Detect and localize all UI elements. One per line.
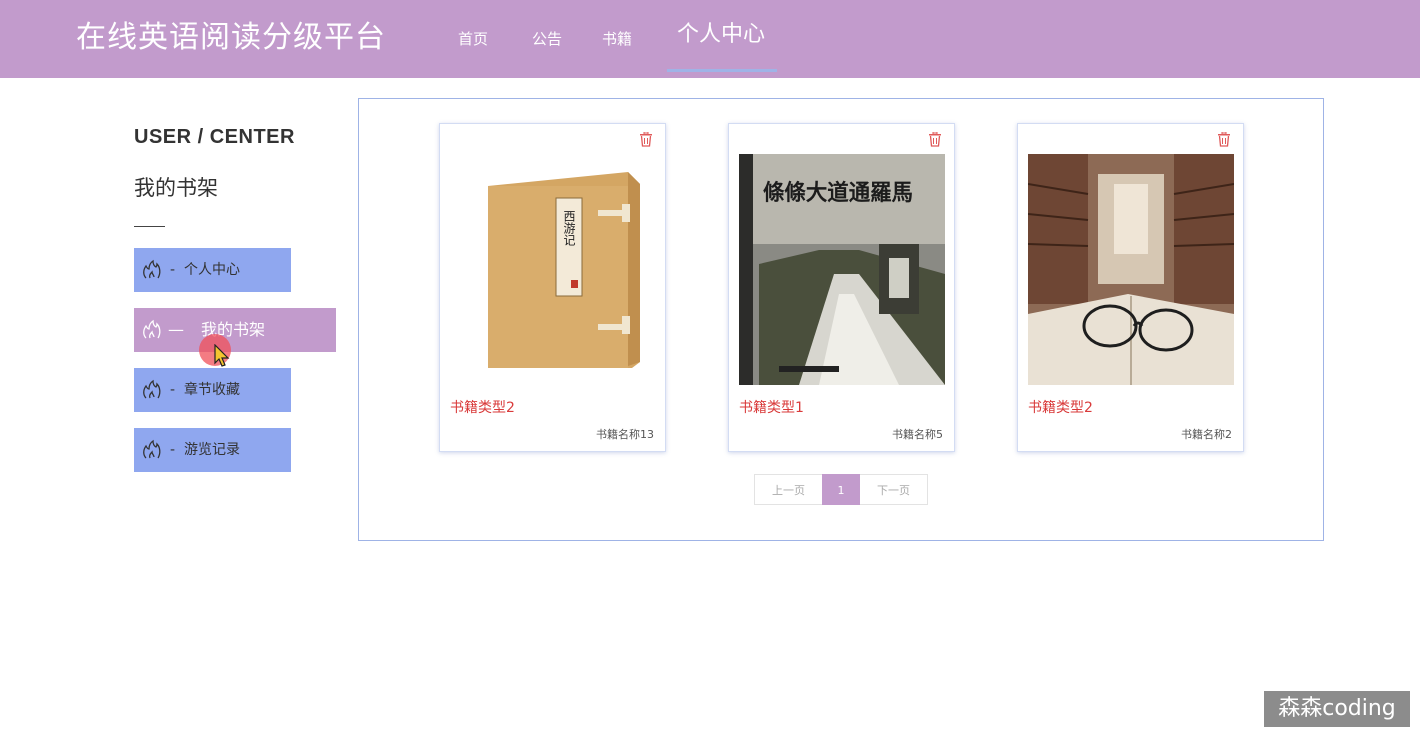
flame-icon [143,379,161,399]
pagination: 上一页 1 下一页 [754,474,928,505]
book-card[interactable]: 书籍类型2 书籍名称2 [1017,123,1244,452]
book-name: 书籍名称13 [596,428,654,441]
sidebar-item-label: 章节收藏 [184,382,240,398]
sidebar-item-user-center[interactable]: - 个人中心 [134,248,291,292]
site-title[interactable]: 在线英语阅读分级平台 [76,18,386,58]
cover-title: 西游记 [562,210,576,246]
trash-icon[interactable] [928,132,942,147]
sidebar-item-separator: - [170,442,176,458]
nav-user-center[interactable]: 个人中心 [677,0,765,74]
book-name: 书籍名称5 [892,428,943,441]
cursor-arrow-icon [214,344,230,367]
sidebar-divider [134,226,165,227]
sidebar-item-chapter-favorites[interactable]: - 章节收藏 [134,368,291,412]
page-number-button[interactable]: 1 [822,474,860,505]
sidebar-item-browse-history[interactable]: - 游览记录 [134,428,291,472]
trash-icon[interactable] [639,132,653,147]
book-name: 书籍名称2 [1181,428,1232,441]
nav-home[interactable]: 首页 [458,0,488,78]
watermark: 森森coding [1264,691,1410,727]
book-card[interactable]: 西游记 书籍类型2 书籍名称13 [439,123,666,452]
nav-books[interactable]: 书籍 [602,0,632,78]
book-cover-image[interactable]: 條條大道通羅馬 [739,154,945,385]
sidebar-title: USER / CENTER [134,126,295,148]
flame-icon [143,319,161,339]
flame-icon [143,439,161,459]
top-navbar: 在线英语阅读分级平台 首页 公告 书籍 个人中心 [0,0,1420,78]
sidebar-item-separator: - [170,382,176,398]
trash-icon[interactable] [1217,132,1231,147]
boxed-book-cover: 西游记 [450,154,656,385]
library-glasses-cover [1028,154,1234,385]
book-cover-image[interactable] [1028,154,1234,385]
sidebar-item-label: 个人中心 [184,262,240,278]
book-card[interactable]: 條條大道通羅馬 书籍类型1 书籍名称5 [728,123,955,452]
book-type[interactable]: 书籍类型1 [739,397,804,417]
sidebar-item-my-bookshelf[interactable]: — 我的书架 [134,308,336,352]
sidebar-item-separator: - [170,262,176,278]
nav-active-underline [667,69,777,72]
sidebar-item-label: 游览记录 [184,442,240,458]
next-page-button[interactable]: 下一页 [860,474,928,505]
nav-notice[interactable]: 公告 [532,0,562,78]
sidebar-item-separator: — [168,320,184,339]
road-book-cover: 條條大道通羅馬 [739,154,945,385]
flame-icon [143,259,161,279]
book-type[interactable]: 书籍类型2 [1028,397,1093,417]
book-cover-image[interactable]: 西游记 [450,154,656,385]
sidebar-subtitle: 我的书架 [134,176,218,200]
book-type[interactable]: 书籍类型2 [450,397,515,417]
prev-page-button[interactable]: 上一页 [754,474,822,505]
cover-title: 條條大道通羅馬 [763,180,913,206]
